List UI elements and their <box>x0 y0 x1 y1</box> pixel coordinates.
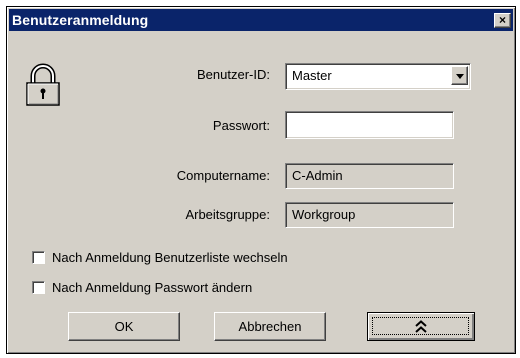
ok-button-label: OK <box>114 319 134 334</box>
workgroup-field: Workgroup <box>285 202 454 228</box>
collapse-button[interactable] <box>367 312 475 341</box>
title-bar[interactable]: Benutzeranmeldung × <box>9 9 513 31</box>
change-password-option[interactable]: Nach Anmeldung Passwort ändern <box>32 280 252 295</box>
change-password-checkbox[interactable] <box>32 281 45 294</box>
cancel-button-label: Abbrechen <box>238 319 302 334</box>
switch-user-list-label: Nach Anmeldung Benutzerliste wechseln <box>52 250 288 265</box>
workgroup-label: Arbeitsgruppe: <box>185 207 270 222</box>
lock-icon <box>26 63 60 106</box>
cancel-button[interactable]: Abbrechen <box>214 312 326 341</box>
computer-name-value: C-Admin <box>292 168 343 183</box>
close-button[interactable]: × <box>494 12 511 28</box>
login-dialog: Benutzeranmeldung × Benutzer-ID: Master … <box>6 6 516 354</box>
computer-name-label: Computername: <box>176 168 270 183</box>
computer-name-field: C-Admin <box>285 163 454 189</box>
chevron-down-icon[interactable] <box>451 66 468 85</box>
double-chevron-up-icon <box>415 319 427 333</box>
user-id-value: Master <box>292 68 332 83</box>
user-id-combobox[interactable]: Master <box>285 63 471 90</box>
switch-user-list-checkbox[interactable] <box>32 251 45 264</box>
switch-user-list-option[interactable]: Nach Anmeldung Benutzerliste wechseln <box>32 250 288 265</box>
change-password-label: Nach Anmeldung Passwort ändern <box>52 280 253 295</box>
password-field[interactable] <box>285 111 454 139</box>
ok-button[interactable]: OK <box>68 312 180 341</box>
password-label: Passwort: <box>212 118 270 133</box>
window-title: Benutzeranmeldung <box>12 12 149 28</box>
user-id-label: Benutzer-ID: <box>197 67 270 82</box>
workgroup-value: Workgroup <box>292 207 356 222</box>
